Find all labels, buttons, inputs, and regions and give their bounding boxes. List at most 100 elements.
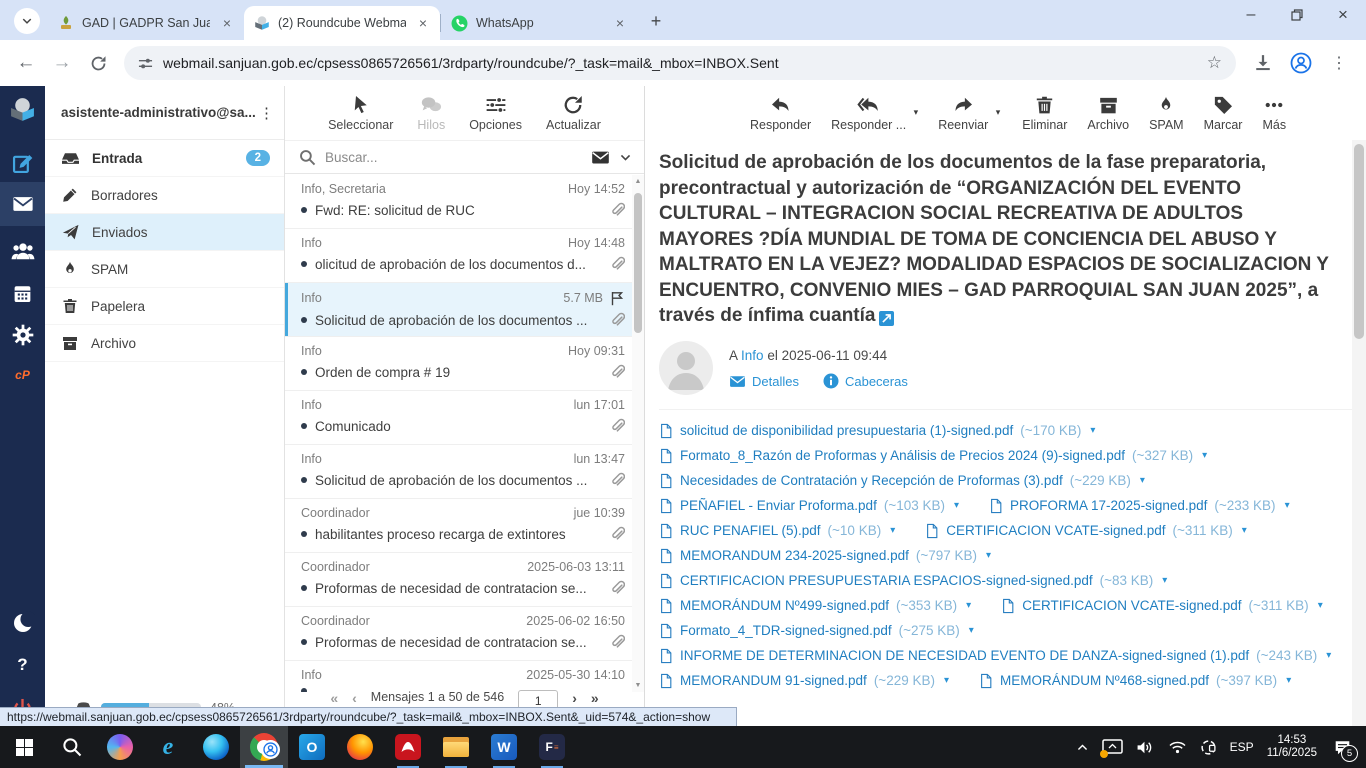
mail-nav-button[interactable] [0,182,45,226]
open-in-new-window-icon[interactable] [879,311,895,326]
archive-button[interactable]: Archivo [1087,95,1129,132]
attachment-name[interactable]: Formato_8_Razón de Proformas y Análisis … [680,448,1125,463]
message-row[interactable]: Coordinador 2025-06-03 13:11 Proformas d… [285,553,633,607]
tab-close-icon[interactable]: × [218,14,236,32]
attachment-menu-icon[interactable]: ▾ [944,675,949,686]
attachment-name[interactable]: PROFORMA 17-2025-signed.pdf [1010,498,1207,513]
tab-roundcube[interactable]: (2) Roundcube Webmail :: Envia × [244,6,440,40]
more-button[interactable]: Más [1262,95,1286,132]
list-scrollbar[interactable]: ▲ ▼ [632,175,644,692]
attachment-item[interactable]: PROFORMA 17-2025-signed.pdf (~233 KB) ▾ [989,498,1290,514]
browser-menu-button[interactable]: ⋮ [1324,48,1354,78]
attachment-menu-icon[interactable]: ▾ [1140,475,1145,486]
forward-dropdown-icon[interactable]: ▾ [996,107,1001,118]
attachment-item[interactable]: PEÑAFIEL - Enviar Proforma.pdf (~103 KB)… [659,498,959,514]
list-scrollbar-thumb[interactable] [634,193,642,333]
attachment-item[interactable]: solicitud de disponibilidad presupuestar… [659,423,1095,439]
language-indicator[interactable]: ESP [1230,740,1254,754]
bookmark-star-icon[interactable]: ☆ [1207,53,1222,73]
message-row[interactable]: Info lun 13:47 Solicitud de aprobación d… [285,445,633,499]
taskbar-chrome-button[interactable] [240,726,288,768]
attachment-item[interactable]: RUC PENAFIEL (5).pdf (~10 KB) ▾ [659,523,895,539]
forward-button[interactable]: Reenviar ▾ [938,95,1000,132]
attachment-name[interactable]: CERTIFICACION PRESUPUESTARIA ESPACIOS-si… [680,573,1093,588]
attachment-name[interactable]: PEÑAFIEL - Enviar Proforma.pdf [680,498,877,513]
tray-chevron-up-icon[interactable] [1076,741,1089,754]
attachment-item[interactable]: CERTIFICACION PRESUPUESTARIA ESPACIOS-si… [659,573,1167,589]
reply-all-button[interactable]: Responder ... ▾ [831,95,918,132]
attachment-item[interactable]: MEMORÁNDUM Nº499-signed.pdf (~353 KB) ▾ [659,598,971,614]
close-window-button[interactable]: × [1320,0,1366,30]
folder-enviados[interactable]: Enviados [45,214,284,251]
attachment-name[interactable]: MEMORÁNDUM Nº499-signed.pdf [680,598,889,613]
reply-all-dropdown-icon[interactable]: ▾ [914,107,919,118]
folder-spam[interactable]: SPAM [45,251,284,288]
speaker-icon[interactable] [1136,739,1155,756]
attachment-menu-icon[interactable]: ▾ [986,550,991,561]
attachment-name[interactable]: Formato_4_TDR-signed-signed.pdf [680,623,892,638]
headers-link[interactable]: Cabeceras [823,373,908,389]
attachment-item[interactable]: CERTIFICACION VCATE-signed.pdf (~311 KB)… [1001,598,1323,614]
back-button[interactable]: ← [11,48,41,78]
attachment-item[interactable]: MEMORANDUM 91-signed.pdf (~229 KB) ▾ [659,673,949,689]
tab-gad[interactable]: GAD | GADPR San Juan | × [48,6,244,40]
taskbar-outlook-button[interactable]: O [288,726,336,768]
message-row[interactable]: Info 5.7 MB Solicitud de aprobación de l… [285,283,633,337]
attachment-menu-icon[interactable]: ▾ [1286,675,1291,686]
message-row[interactable]: Info lun 17:01 Comunicado [285,391,633,445]
taskbar-acrobat-button[interactable] [384,726,432,768]
settings-nav-button[interactable] [0,316,45,354]
cpanel-button[interactable]: cP [0,356,45,394]
forward-button[interactable]: → [47,48,77,78]
reply-button[interactable]: Responder [750,95,811,132]
last-page-button[interactable]: » [591,690,599,706]
attachment-name[interactable]: solicitud de disponibilidad presupuestar… [680,423,1013,438]
select-button[interactable]: Seleccionar [328,95,393,132]
first-page-button[interactable]: « [330,690,338,706]
attachment-name[interactable]: Necesidades de Contratación y Recepción … [680,473,1063,488]
next-page-button[interactable]: › [572,690,577,706]
tab-close-icon[interactable]: × [414,14,432,32]
screen-share-icon[interactable] [1099,738,1123,758]
taskbar-f-app-button[interactable]: F ≡ [528,726,576,768]
attachment-name[interactable]: RUC PENAFIEL (5).pdf [680,523,821,538]
new-tab-button[interactable]: + [643,8,669,34]
message-row[interactable]: Info Hoy 09:31 Orden de compra # 19 [285,337,633,391]
spam-button[interactable]: SPAM [1149,95,1184,132]
options-button[interactable]: Opciones [469,95,522,132]
folder-archivo[interactable]: Archivo [45,325,284,362]
dark-mode-button[interactable] [0,604,45,642]
attachment-item[interactable]: CERTIFICACION VCATE-signed.pdf (~311 KB)… [925,523,1247,539]
attachment-menu-icon[interactable]: ▾ [1285,500,1290,511]
taskbar-edge-button[interactable] [192,726,240,768]
url-text[interactable]: webmail.sanjuan.gob.ec/cpsess0865726561/… [163,55,1197,71]
attachment-name[interactable]: INFORME DE DETERMINACION DE NECESIDAD EV… [680,648,1249,663]
start-button[interactable] [0,726,48,768]
attachment-name[interactable]: CERTIFICACION VCATE-signed.pdf [946,523,1165,538]
contacts-nav-button[interactable] [0,232,45,270]
taskbar-copilot-button[interactable] [96,726,144,768]
attachment-name[interactable]: MEMORÁNDUM Nº468-signed.pdf [1000,673,1209,688]
address-bar[interactable]: webmail.sanjuan.gob.ec/cpsess0865726561/… [124,46,1236,80]
recipient-link[interactable]: Info [741,348,764,363]
search-scope-mail-icon[interactable] [591,148,610,167]
message-row[interactable]: Info, Secretaria Hoy 14:52 Fwd: RE: soli… [285,175,633,229]
taskbar-firefox-button[interactable] [336,726,384,768]
account-menu-button[interactable]: ⋮ [259,104,274,122]
taskbar-word-button[interactable]: W [480,726,528,768]
notification-center-button[interactable]: 5 [1330,735,1358,762]
attachment-menu-icon[interactable]: ▾ [890,525,895,536]
wifi-icon[interactable] [1168,739,1187,755]
attachment-menu-icon[interactable]: ▾ [1162,575,1167,586]
folder-borradores[interactable]: Borradores [45,177,284,214]
taskbar-ie-button[interactable]: e [144,726,192,768]
attachment-menu-icon[interactable]: ▾ [1202,450,1207,461]
message-row[interactable]: Coordinador jue 10:39 habilitantes proce… [285,499,633,553]
cast-icon[interactable] [1200,739,1217,756]
attachment-menu-icon[interactable]: ▾ [969,625,974,636]
restore-button[interactable] [1274,0,1320,30]
reload-button[interactable] [83,48,113,78]
compose-button[interactable] [0,144,45,182]
search-bar[interactable]: Buscar... [285,140,644,174]
attachment-name[interactable]: MEMORANDUM 234-2025-signed.pdf [680,548,909,563]
